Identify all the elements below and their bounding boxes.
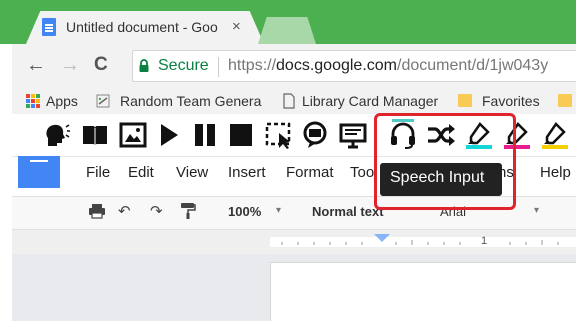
url-scheme: https:// xyxy=(228,57,277,74)
docs-tab-icon xyxy=(42,18,56,36)
zoom-dropdown-icon[interactable]: ▾ xyxy=(276,205,281,216)
speech-bubble-icon[interactable] xyxy=(300,120,330,150)
annotation-highlight-box xyxy=(374,113,516,210)
print-icon[interactable] xyxy=(88,203,106,219)
menu-insert[interactable]: Insert xyxy=(228,164,266,181)
zoom-select[interactable]: 100% xyxy=(228,204,261,219)
page-icon xyxy=(283,93,295,109)
bookmark-apps[interactable]: Apps xyxy=(46,93,78,109)
picture-icon[interactable] xyxy=(118,120,148,150)
folder-icon xyxy=(558,94,572,107)
address-separator xyxy=(218,57,219,77)
screen-select-icon[interactable] xyxy=(264,120,294,150)
back-button[interactable]: ← xyxy=(26,54,46,77)
random-icon xyxy=(96,94,110,108)
play-icon[interactable] xyxy=(154,120,184,150)
menu-view[interactable]: View xyxy=(176,164,208,181)
redo-icon[interactable]: ↷ xyxy=(150,202,163,220)
folder-icon xyxy=(458,94,472,107)
monitor-icon[interactable] xyxy=(338,120,368,150)
bookmark-random-team[interactable]: Random Team Genera xyxy=(120,93,262,109)
lock-icon xyxy=(139,59,149,72)
pause-icon[interactable] xyxy=(190,120,220,150)
book-icon[interactable] xyxy=(80,120,110,150)
browser-window: Untitled document - Goo × ← → C Secure h… xyxy=(0,0,576,321)
bookmark-favorites[interactable]: Favorites xyxy=(482,93,540,109)
tab-close-icon[interactable]: × xyxy=(232,18,241,35)
style-select[interactable]: Normal text xyxy=(312,204,384,219)
new-tab-button[interactable] xyxy=(258,17,316,44)
menu-tools[interactable]: Too xyxy=(350,164,374,181)
forward-button[interactable]: → xyxy=(60,54,80,77)
ruler-number: 1 xyxy=(481,235,488,247)
stop-icon[interactable] xyxy=(226,120,256,150)
paint-format-icon[interactable] xyxy=(180,202,196,220)
highlighter-yellow-icon[interactable] xyxy=(540,120,570,150)
menu-format[interactable]: Format xyxy=(286,164,334,181)
font-dropdown-icon[interactable]: ▾ xyxy=(534,205,539,216)
url-text[interactable]: https://docs.google.com/document/d/1jw04… xyxy=(228,57,548,75)
bookmark-library-card[interactable]: Library Card Manager xyxy=(302,93,438,109)
menu-file[interactable]: File xyxy=(86,164,110,181)
ruler-ticks xyxy=(270,237,576,247)
menu-help[interactable]: Help xyxy=(540,164,571,181)
tab-title: Untitled document - Goo xyxy=(66,19,218,35)
undo-icon[interactable]: ↶ xyxy=(118,202,131,220)
document-page[interactable] xyxy=(270,262,576,321)
talking-head-icon[interactable] xyxy=(42,120,72,150)
secure-label: Secure xyxy=(158,57,209,74)
reload-button[interactable]: C xyxy=(94,54,108,76)
apps-grid-icon xyxy=(26,94,40,108)
menu-edit[interactable]: Edit xyxy=(128,164,154,181)
docs-logo-icon[interactable] xyxy=(18,156,60,188)
url-host: docs.google.com xyxy=(276,57,397,74)
url-path: /document/d/1jw043y xyxy=(397,57,549,74)
